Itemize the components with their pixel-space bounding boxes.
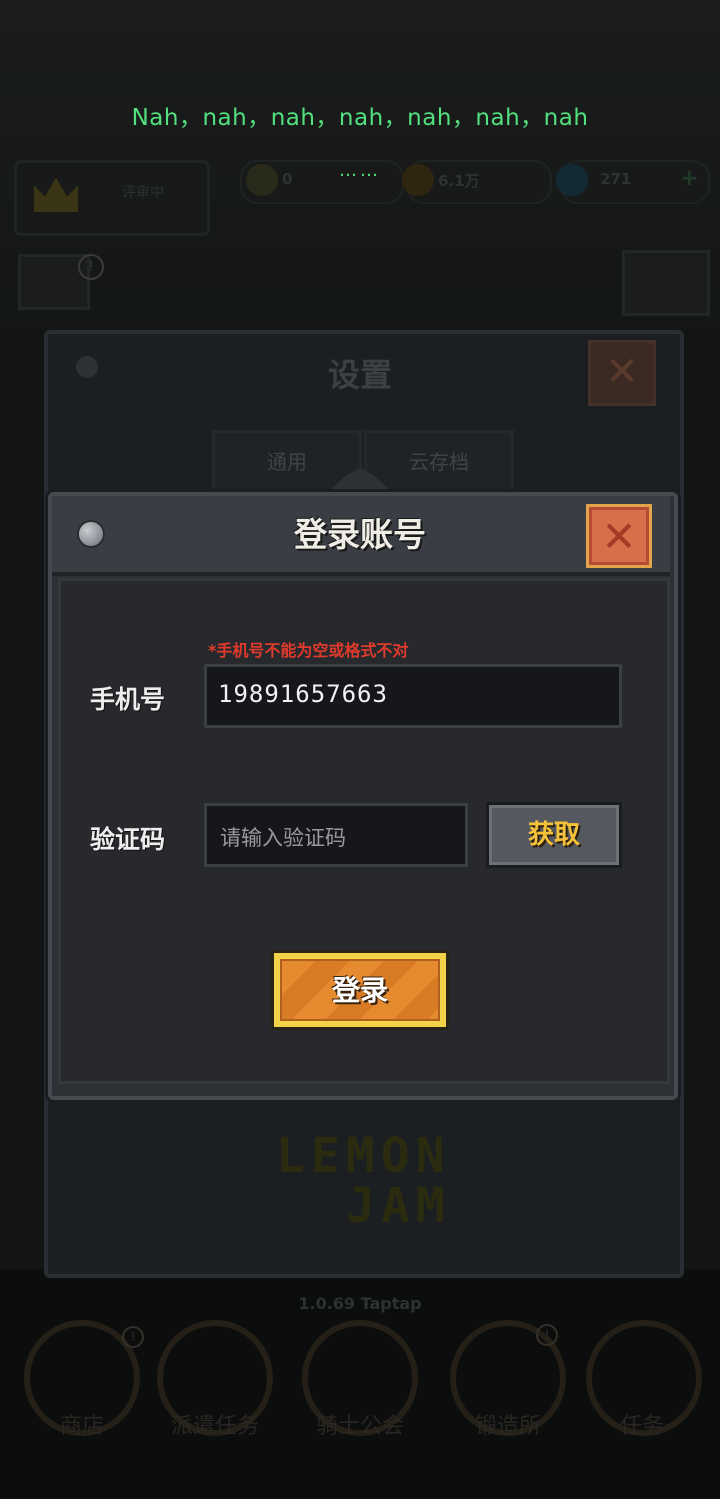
close-icon: ✕ [605,349,639,395]
rank-label: 评审中 [122,185,164,201]
alert-badge: ! [78,254,104,280]
nav-label-dispatch: 派遣任务 [170,1414,259,1439]
forge-alert-badge: ! [536,1324,558,1346]
lyric-dots: …… [339,160,381,181]
phone-input[interactable]: 19891657663 [204,664,622,728]
lemon-jam-logo-line1: LEMON [276,1128,451,1184]
login-label: 登录 [331,974,388,1007]
nav-label-quests: 任务 [619,1414,664,1439]
nav-label-forge: 锻造所 [474,1414,541,1439]
get-code-label: 获取 [527,820,580,850]
settings-close-button[interactable]: ✕ [588,340,656,406]
nav-label-guild: 骑士公会 [315,1414,404,1439]
phone-label: 手机号 [90,685,166,714]
shop-alert-badge: ! [122,1326,144,1348]
nav-label-shop: 商店 [59,1414,104,1439]
get-code-button[interactable]: 获取 [486,802,622,868]
code-input[interactable]: 请输入验证码 [204,803,468,867]
lyric-overlay: Nah，nah，nah，nah，nah，nah，nah [131,105,589,131]
lemon-jam-logo-line2: JAM [346,1178,451,1234]
code-input-placeholder: 请输入验证码 [220,826,346,850]
dialog-close-button[interactable]: ✕ [586,504,652,568]
phone-error-message: *手机号不能为空或格式不对 [208,641,409,660]
phone-input-value: 19891657663 [218,680,388,708]
version-text: 1.0.69 Taptap [298,1294,422,1313]
close-icon: ✕ [601,512,637,561]
login-button[interactable]: 登录 [271,950,449,1030]
code-label: 验证码 [90,825,166,854]
home-icon[interactable] [622,250,710,316]
